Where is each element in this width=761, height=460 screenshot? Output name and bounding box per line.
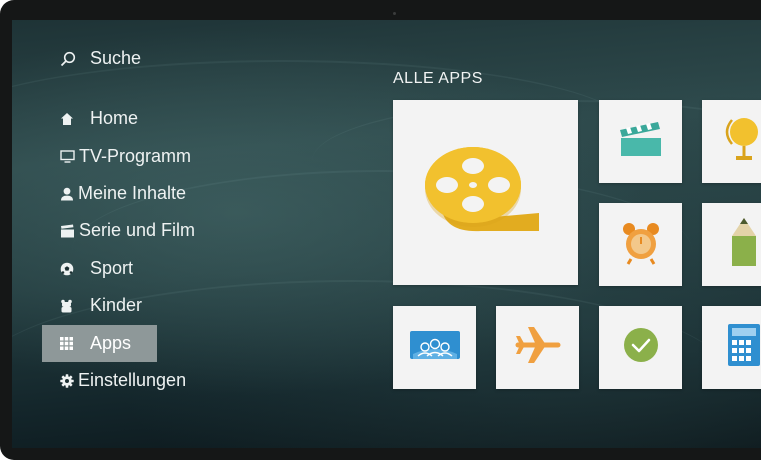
app-tile-alarm[interactable] (599, 203, 682, 286)
search-label: Suche (90, 48, 142, 68)
menu-item-sport[interactable]: Sport (42, 250, 157, 287)
alarm-clock-icon (619, 219, 663, 270)
search-icon (42, 40, 86, 77)
app-tile-featured[interactable] (393, 100, 578, 285)
app-tile-calculator[interactable] (702, 306, 761, 389)
tv-icon (42, 138, 75, 175)
section-title: ALLE APPS (393, 70, 483, 87)
menu-item-label: Sport (90, 258, 134, 278)
camera-dot (393, 12, 396, 15)
menu-item-label: TV-Programm (79, 146, 192, 166)
menu-item-home[interactable]: Home (42, 100, 157, 137)
menu-item-serie-und-film[interactable]: Serie und Film (42, 212, 195, 249)
group-icon (409, 328, 461, 367)
menu-item-einstellungen[interactable]: Einstellungen (42, 362, 186, 399)
menu-item-apps[interactable]: Apps (42, 325, 157, 362)
app-tile-pencil[interactable] (702, 203, 761, 286)
menu-item-kinder[interactable]: Kinder (42, 287, 157, 324)
menu-item-label: Apps (90, 333, 132, 353)
search-button[interactable]: Suche (42, 40, 157, 77)
app-tile-globe[interactable] (702, 100, 761, 183)
tv-screen: Suche Home TV-Programm Meine Inhalte Ser… (12, 20, 761, 448)
menu-item-label: Einstellungen (78, 370, 187, 390)
menu-item-label: Kinder (90, 295, 143, 315)
menu-item-label: Home (90, 108, 139, 128)
soccer-ball-icon (42, 250, 86, 287)
airplane-icon (514, 325, 562, 370)
clapperboard-icon (42, 212, 75, 249)
app-tile-airplane[interactable] (496, 306, 579, 389)
gear-icon (42, 362, 74, 399)
calculator-icon (727, 323, 761, 372)
menu-item-label: Meine Inhalte (78, 183, 187, 203)
grid-icon (42, 325, 86, 362)
app-tile-clapperboard[interactable] (599, 100, 682, 183)
app-tile-clock[interactable] (599, 306, 682, 389)
menu-item-label: Serie und Film (79, 220, 196, 240)
clock-check-icon (621, 325, 661, 370)
film-reel-icon (421, 145, 551, 240)
menu-item-meine-inhalte[interactable]: Meine Inhalte (42, 175, 186, 212)
menu-item-tv-programm[interactable]: TV-Programm (42, 138, 191, 175)
teddy-bear-icon (42, 287, 86, 324)
app-tile-group[interactable] (393, 306, 476, 389)
globe-icon (724, 114, 761, 169)
tv-frame: Suche Home TV-Programm Meine Inhalte Ser… (0, 0, 761, 460)
pencil-icon (727, 216, 761, 273)
user-icon (42, 175, 74, 212)
home-icon (42, 100, 86, 137)
clapperboard-icon (618, 120, 664, 163)
